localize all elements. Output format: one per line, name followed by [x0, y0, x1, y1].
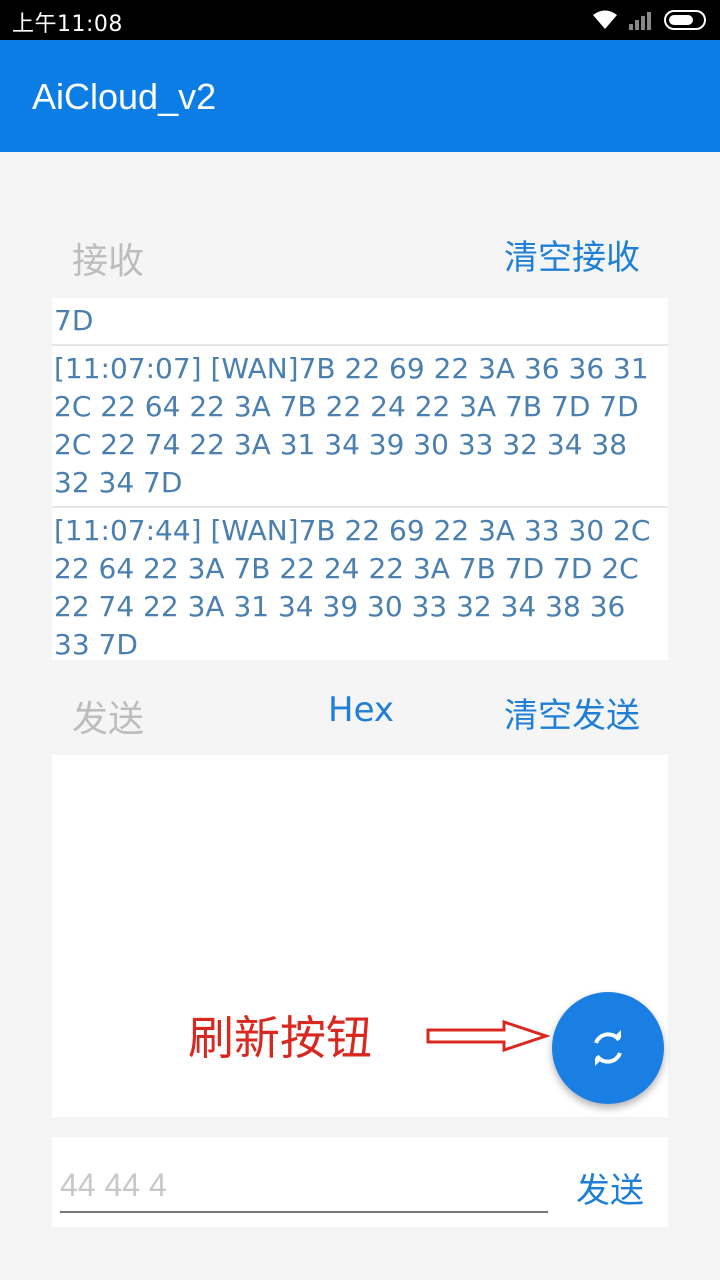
receive-label: 接收 [72, 241, 145, 282]
send-input-row: 发送 [52, 1137, 668, 1227]
send-button[interactable]: 发送 [576, 1163, 644, 1212]
send-label: 发送 [72, 699, 145, 740]
wifi-icon [593, 10, 617, 29]
status-time: 上午11:08 [12, 12, 123, 37]
receive-log[interactable]: 7D [11:07:07] [WAN]7B 22 69 22 3A 36 36 … [52, 298, 668, 660]
battery-icon [664, 10, 706, 30]
annotation-label: 刷新按钮 [188, 1011, 372, 1065]
clear-receive-button[interactable]: 清空接收 [504, 230, 640, 279]
clear-send-button[interactable]: 清空发送 [504, 688, 640, 737]
refresh-icon [594, 1030, 622, 1066]
hex-input-field[interactable] [60, 1159, 548, 1213]
refresh-button[interactable] [552, 992, 664, 1104]
status-bar: 上午11:08 [0, 0, 720, 40]
app-title: AiCloud_v2 [32, 76, 217, 117]
receive-log-line: 7D [52, 298, 668, 346]
app-bar: AiCloud_v2 [0, 40, 720, 152]
receive-log-line: [11:07:07] [WAN]7B 22 69 22 3A 36 36 31 … [52, 346, 668, 508]
status-icons [592, 8, 706, 32]
hex-toggle-button[interactable]: Hex [328, 690, 394, 730]
receive-log-line: [11:07:44] [WAN]7B 22 69 22 3A 33 30 2C … [54, 514, 651, 660]
arrow-right-icon [426, 1019, 550, 1053]
signal-icon [629, 12, 651, 30]
